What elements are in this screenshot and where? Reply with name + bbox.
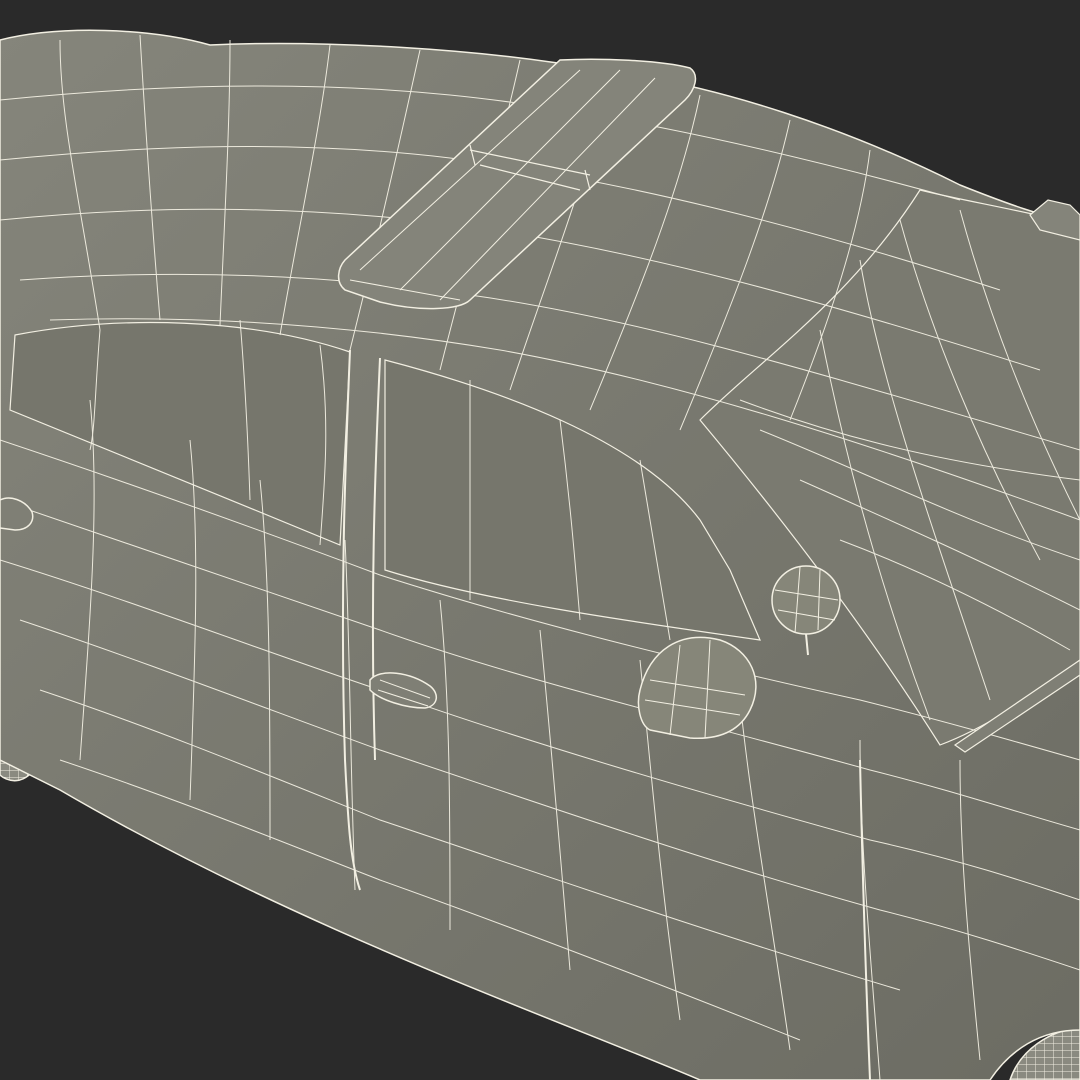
wireframe-render bbox=[0, 0, 1080, 1080]
